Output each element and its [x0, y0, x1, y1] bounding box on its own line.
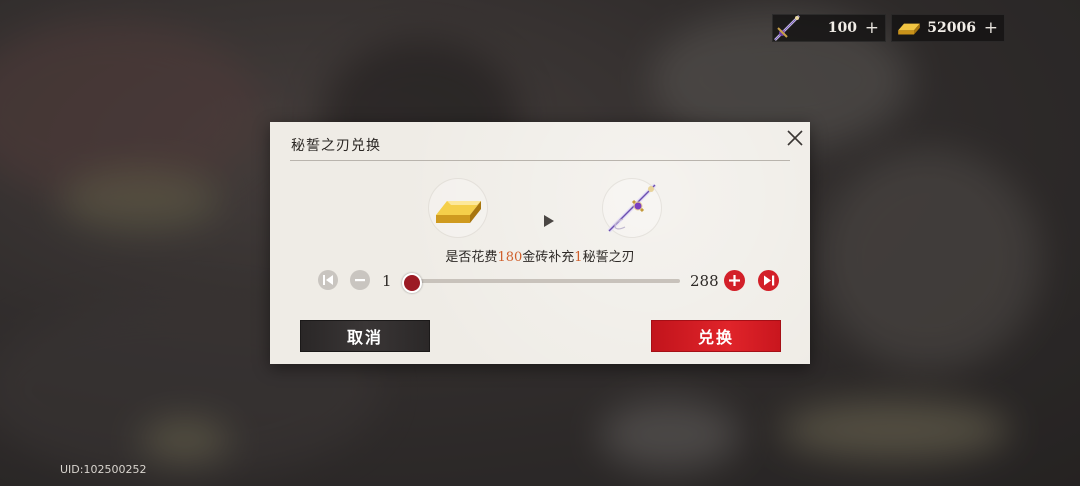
- add-gold-button[interactable]: +: [984, 18, 998, 38]
- exchange-label: 兑换: [697, 328, 734, 347]
- dialog-title: 秘誓之刃兑换: [291, 138, 381, 154]
- prompt-prefix: 是否花费: [445, 250, 498, 265]
- decrease-button[interactable]: [350, 270, 370, 290]
- increase-button[interactable]: [724, 270, 745, 291]
- cost-item-slot: [428, 178, 488, 238]
- cancel-button[interactable]: 取消: [300, 320, 430, 352]
- gold-bar-icon: [898, 23, 920, 35]
- quantity-slider-track[interactable]: [410, 279, 680, 283]
- exchange-button[interactable]: 兑换: [651, 320, 781, 352]
- user-id: UID:102500252: [60, 463, 147, 476]
- gold-bar-icon: [436, 201, 481, 223]
- prompt-suffix: 秘誓之刃: [582, 250, 635, 265]
- quantity-min-label: 1: [382, 272, 392, 290]
- reward-amount: 1: [574, 250, 583, 265]
- min-quantity-button[interactable]: [318, 270, 338, 290]
- arrow-right-icon: [544, 215, 554, 227]
- prompt-middle: 金砖补充: [522, 250, 575, 265]
- title-divider: [290, 160, 790, 161]
- blade-count: 100: [827, 20, 857, 36]
- quantity-max-label: 288: [690, 272, 719, 290]
- cancel-label: 取消: [346, 328, 383, 347]
- blade-currency: 100 +: [772, 14, 886, 42]
- exchange-prompt: 是否花费180金砖补充1秘誓之刃: [440, 246, 640, 265]
- close-icon[interactable]: [782, 125, 808, 151]
- quantity-slider-thumb[interactable]: [402, 273, 422, 293]
- gold-currency: 52006 +: [891, 14, 1005, 42]
- exchange-dialog: 秘誓之刃兑换 是否花费180金砖补充1秘誓之刃 1 288 取消 兑换: [270, 122, 810, 364]
- max-quantity-button[interactable]: [758, 270, 779, 291]
- gold-count: 52006: [927, 20, 976, 36]
- cost-amount: 180: [497, 250, 523, 265]
- sword-icon: [774, 15, 800, 41]
- reward-item-slot: [602, 178, 662, 238]
- sword-icon: [607, 183, 657, 233]
- add-blade-button[interactable]: +: [865, 18, 879, 38]
